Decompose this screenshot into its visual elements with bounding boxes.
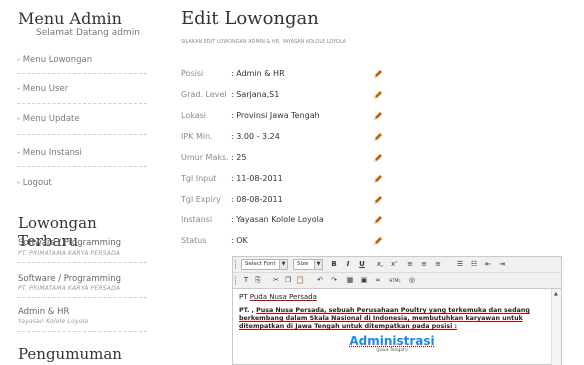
page-title: Edit Lowongan	[181, 8, 319, 29]
align-right-icon[interactable]: ≡	[433, 259, 443, 270]
menu-item-user[interactable]: - Menu User	[17, 84, 147, 94]
welcome-text: Selamat Datang admin	[36, 28, 140, 38]
cut-icon[interactable]: ✂	[271, 275, 281, 286]
pencil-icon[interactable]	[372, 173, 384, 185]
indent-icon[interactable]: ⇥	[497, 259, 507, 270]
table-icon[interactable]: ▦	[345, 275, 355, 286]
page-subtitle: SILAKAN EDIT LOWONGAN ADMIN & HR, YAYASA…	[181, 40, 346, 45]
font-select[interactable]: Select Font ▼	[241, 259, 288, 270]
vacancy-company: PT. PRIMATAMA KARYA PERSADA	[18, 250, 121, 257]
announcements-heading: Pengumuman	[18, 345, 122, 363]
pencil-icon[interactable]	[372, 152, 384, 164]
field-label: Tgl Input	[181, 174, 217, 183]
field-label: Instansi	[181, 215, 213, 224]
subscript-button[interactable]: x,	[375, 259, 385, 270]
field-label: Status	[181, 236, 207, 245]
pencil-icon[interactable]	[372, 89, 384, 101]
align-center-icon[interactable]: ≡	[419, 259, 429, 270]
pencil-icon[interactable]	[372, 110, 384, 122]
superscript-button[interactable]: x'	[389, 259, 399, 270]
divider	[17, 166, 147, 167]
sidebar: Menu Admin Selamat Datang admin - Menu L…	[0, 0, 160, 365]
field-label: Grad. Level	[181, 90, 227, 99]
undo-icon[interactable]: ↶	[315, 275, 325, 286]
divider	[17, 331, 147, 332]
divider	[17, 134, 147, 135]
editor-text: PT. ,	[239, 307, 257, 314]
field-label: Tgl Expiry	[181, 195, 221, 204]
editor-content-area[interactable]: PT Puda Nusa Persada PT. , Pusa Nusa Per…	[233, 289, 551, 365]
vacancy-link[interactable]: Software / Programming	[18, 274, 121, 284]
editor-paragraph: PT. , Pusa Nusa Persada, sebuah Perusaha…	[239, 307, 545, 331]
rich-text-editor: Select Font ▼ Size ▼ B I U x, x' ≡ ≡ ≡ ☰…	[232, 256, 562, 365]
field-label: Lokasi	[181, 111, 206, 120]
editor-paragraph: PT Puda Nusa Persada	[239, 293, 545, 301]
redo-icon[interactable]: ↷	[329, 275, 339, 286]
field-label: Umur Maks.	[181, 153, 229, 162]
divider	[17, 73, 147, 74]
pencil-icon[interactable]	[372, 214, 384, 226]
editor-toolbar-bottom: T ⎘ ✂ ❐ 📋 ↶ ↷ ▦ ▣ ∞ HTML ◎	[233, 273, 561, 289]
spellcheck-icon[interactable]: ◎	[407, 275, 417, 286]
chevron-down-icon: ▼	[314, 260, 322, 269]
vacancy-link[interactable]: Software / Programming	[18, 238, 121, 248]
pencil-icon[interactable]	[372, 235, 384, 247]
editor-toolbar-top: Select Font ▼ Size ▼ B I U x, x' ≡ ≡ ≡ ☰…	[233, 257, 561, 273]
paste-icon[interactable]: 📋	[295, 275, 305, 286]
editor-text: PT	[239, 293, 250, 301]
paste-text-icon[interactable]: T	[241, 275, 251, 286]
field-value: : 11-08-2011	[231, 174, 283, 183]
size-select[interactable]: Size ▼	[293, 259, 323, 270]
scroll-up-icon[interactable]: ▲	[554, 291, 558, 297]
underline-button[interactable]: U	[357, 259, 367, 270]
vacancy-link[interactable]: Admin & HR	[18, 307, 69, 317]
size-select-label: Size	[297, 261, 309, 267]
vacancy-company: Yayasan Kolole Loyola	[18, 318, 89, 325]
field-value: : OK	[231, 236, 248, 245]
align-left-icon[interactable]: ≡	[405, 259, 415, 270]
field-value: : 3.00 - 3.24	[231, 132, 280, 141]
field-label: Posisi	[181, 69, 204, 78]
divider	[17, 297, 147, 298]
pencil-icon[interactable]	[372, 194, 384, 206]
field-value: : Admin & HR	[231, 69, 285, 78]
vacancy-company: PT. PRIMATAMA KARYA PERSADA	[18, 285, 121, 292]
pencil-icon[interactable]	[372, 131, 384, 143]
html-button[interactable]: HTML	[387, 275, 403, 286]
editor-text: Puda Nusa Persada	[249, 293, 317, 301]
paste-word-icon[interactable]: ⎘	[253, 275, 263, 286]
bold-button[interactable]: B	[329, 259, 339, 270]
divider	[17, 262, 147, 263]
menu-item-logout[interactable]: - Logout	[17, 178, 147, 188]
field-value: : Yayasan Kolole Loyola	[231, 215, 324, 224]
field-value: : Sarjana,S1	[231, 90, 280, 99]
menu-item-lowongan[interactable]: - Menu Lowongan	[17, 55, 147, 65]
editor-scrollbar[interactable]: ▲	[551, 289, 561, 365]
link-icon[interactable]: ∞	[373, 275, 383, 286]
divider	[17, 103, 147, 104]
toolbar-grip-icon	[235, 260, 237, 269]
unordered-list-icon[interactable]: ☰	[455, 259, 465, 270]
editor-subheading: (Jawa Tengah)	[376, 348, 408, 353]
sidebar-title: Menu Admin	[18, 9, 122, 28]
pencil-icon[interactable]	[372, 68, 384, 80]
field-value: : 25	[231, 153, 247, 162]
outdent-icon[interactable]: ⇤	[483, 259, 493, 270]
copy-icon[interactable]: ❐	[283, 275, 293, 286]
toolbar-grip-icon	[235, 276, 237, 285]
italic-button[interactable]: I	[343, 259, 353, 270]
editor-heading: Administrasi	[349, 334, 435, 348]
chevron-down-icon: ▼	[279, 260, 287, 269]
ordered-list-icon[interactable]: ☷	[469, 259, 479, 270]
editor-text: Pusa Nusa Persada, sebuah Perusahaan Pou…	[239, 307, 530, 330]
image-icon[interactable]: ▣	[359, 275, 369, 286]
menu-item-instansi[interactable]: - Menu Instansi	[17, 148, 147, 158]
font-select-label: Select Font	[245, 261, 276, 267]
menu-item-update[interactable]: - Menu Update	[17, 114, 147, 124]
field-label: IPK Min.	[181, 132, 213, 141]
field-value: : 08-08-2011	[231, 195, 283, 204]
field-value: : Provinsi Jawa Tengah	[231, 111, 320, 120]
